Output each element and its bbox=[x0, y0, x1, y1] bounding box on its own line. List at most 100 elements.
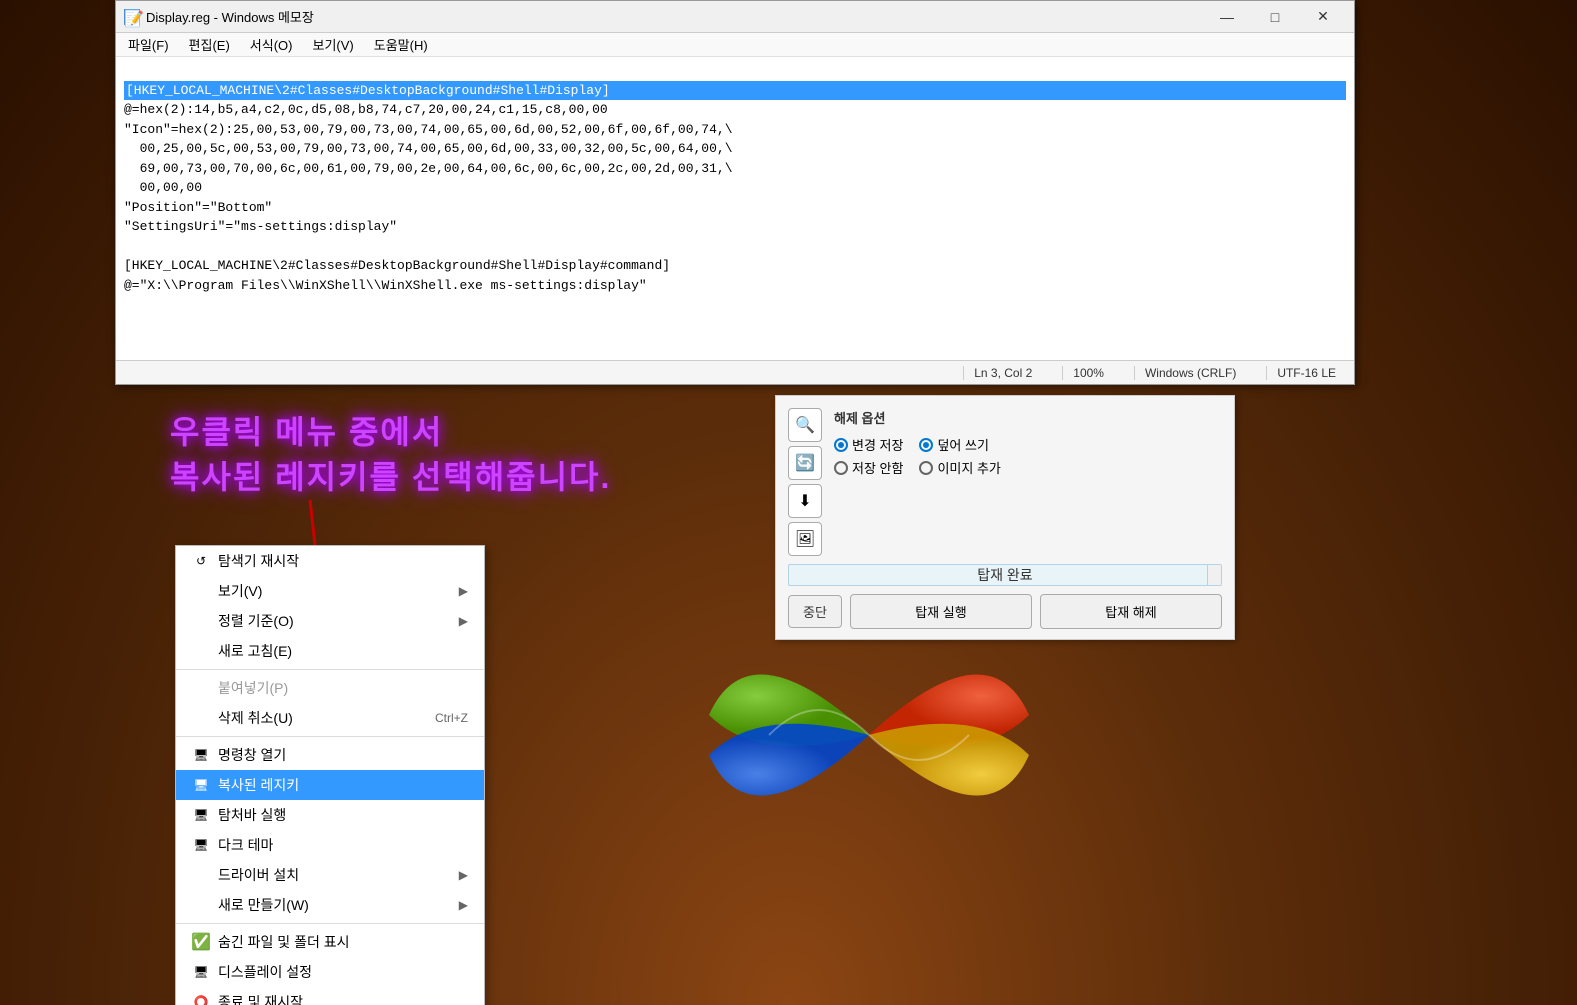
ctx-undo[interactable]: 삭제 취소(U) Ctrl+Z bbox=[176, 703, 484, 733]
content-line-5: 69,00,73,00,70,00,6c,00,61,00,79,00,2e,0… bbox=[124, 161, 733, 176]
status-ln-col: Ln 3, Col 2 bbox=[963, 366, 1042, 380]
tool-output-scrollbar[interactable] bbox=[1207, 565, 1221, 585]
options-title: 해제 옵션 bbox=[834, 408, 1001, 427]
ctx-show-hidden[interactable]: ✅ 숨긴 파일 및 폴더 표시 bbox=[176, 927, 484, 957]
notepad-titlebar: 📝 Display.reg - Windows 메모장 — □ ✕ bbox=[116, 1, 1354, 33]
tool-panel: 🔍 🔄 ⬇ 🖼 해제 옵션 변경 저장 덮어 쓰기 bbox=[775, 395, 1235, 640]
separator-2 bbox=[176, 736, 484, 737]
annotation-line1: 우클릭 메뉴 중에서 bbox=[170, 410, 611, 455]
refresh-tool-button[interactable]: 🔄 bbox=[788, 446, 822, 480]
ctx-restart[interactable]: ⭕ 종료 및 재시작 bbox=[176, 987, 484, 1005]
run-button[interactable]: 탑재 실행 bbox=[850, 594, 1032, 629]
show-hidden-icon: ✅ bbox=[192, 933, 210, 951]
view-arrow-icon: ▶ bbox=[459, 584, 468, 598]
download-tool-button[interactable]: ⬇ bbox=[788, 484, 822, 518]
ctx-open-reg[interactable]: 🖥 명령창 열기 bbox=[176, 740, 484, 770]
restart-icon: ⭕ bbox=[192, 993, 210, 1005]
sort-arrow-icon: ▶ bbox=[459, 614, 468, 628]
radio-no-save[interactable]: 저장 안함 bbox=[834, 458, 903, 477]
radio-no-save-label: 저장 안함 bbox=[852, 458, 903, 477]
search-tool-button[interactable]: 🔍 bbox=[788, 408, 822, 442]
annotation-line2: 복사된 레지키를 선택해줍니다. bbox=[170, 455, 611, 500]
radio-overwrite[interactable]: 덮어 쓰기 bbox=[919, 435, 988, 454]
tool-options: 해제 옵션 변경 저장 덮어 쓰기 저장 안함 bbox=[834, 408, 1001, 477]
content-line-10: [HKEY_LOCAL_MACHINE\2#Classes#DesktopBac… bbox=[124, 258, 670, 273]
status-line-ending: Windows (CRLF) bbox=[1134, 366, 1246, 380]
ctx-driver[interactable]: 드라이버 설치 ▶ bbox=[176, 860, 484, 890]
notepad-title: Display.reg - Windows 메모장 bbox=[146, 7, 314, 26]
notepad-app-icon: 📝 bbox=[124, 9, 140, 25]
ctx-display-settings[interactable]: 🖥 디스플레이 설정 bbox=[176, 957, 484, 987]
taskbar-icon: 🖥 bbox=[192, 806, 210, 824]
tool-output-text: 탑재 완료 bbox=[977, 565, 1032, 585]
theme-icon: 🖥 bbox=[192, 836, 210, 854]
new-arrow-icon: ▶ bbox=[459, 898, 468, 912]
ctx-theme[interactable]: 🖥 다크 테마 bbox=[176, 830, 484, 860]
refresh-icon bbox=[192, 642, 210, 660]
menu-view[interactable]: 보기(V) bbox=[304, 33, 361, 56]
undo-shortcut: Ctrl+Z bbox=[435, 711, 468, 725]
radio-no-save-circle bbox=[834, 461, 848, 475]
ctx-new[interactable]: 새로 만들기(W) ▶ bbox=[176, 890, 484, 920]
radio-save-changes[interactable]: 변경 저장 bbox=[834, 435, 903, 454]
radio-save-changes-label: 변경 저장 bbox=[852, 435, 903, 454]
tool-bottom-row: 중단 탑재 실행 탑재 해제 bbox=[788, 594, 1222, 629]
radio-add-image[interactable]: 이미지 추가 bbox=[919, 458, 1000, 477]
minimize-button[interactable]: — bbox=[1204, 5, 1250, 29]
menu-file[interactable]: 파일(F) bbox=[120, 33, 177, 56]
radio-row-2: 저장 안함 이미지 추가 bbox=[834, 458, 1001, 477]
content-line-11: @="X:\\Program Files\\WinXShell\\WinXShe… bbox=[124, 278, 647, 293]
driver-icon bbox=[192, 866, 210, 884]
content-line-6: 00,00,00 bbox=[124, 180, 202, 195]
radio-overwrite-label: 덮어 쓰기 bbox=[937, 435, 988, 454]
open-reg-icon: 🖥 bbox=[192, 746, 210, 764]
ctx-refresh[interactable]: 새로 고침(E) bbox=[176, 636, 484, 666]
status-encoding: UTF-16 LE bbox=[1266, 366, 1346, 380]
radio-overwrite-circle bbox=[919, 438, 933, 452]
ctx-view[interactable]: 보기(V) ▶ bbox=[176, 576, 484, 606]
separator-1 bbox=[176, 669, 484, 670]
menu-edit[interactable]: 편집(E) bbox=[181, 33, 238, 56]
image-tool-button[interactable]: 🖼 bbox=[788, 522, 822, 556]
content-line-4: 00,25,00,5c,00,53,00,79,00,73,00,74,00,6… bbox=[124, 141, 733, 156]
selected-line: [HKEY_LOCAL_MACHINE\2#Classes#DesktopBac… bbox=[124, 81, 1346, 101]
ctx-taskbar[interactable]: 🖥 탐처바 실행 bbox=[176, 800, 484, 830]
new-icon bbox=[192, 896, 210, 914]
ctx-paste-regkey[interactable]: 🖥 복사된 레지키 bbox=[176, 770, 484, 800]
ctx-explorer-restart[interactable]: ↺ 탐색기 재시작 bbox=[176, 546, 484, 576]
explorer-restart-icon: ↺ bbox=[192, 552, 210, 570]
close-button[interactable]: ✕ bbox=[1300, 5, 1346, 29]
radio-save-changes-circle bbox=[834, 438, 848, 452]
content-line-7: "Position"="Bottom" bbox=[124, 200, 272, 215]
separator-3 bbox=[176, 923, 484, 924]
paste-regkey-icon: 🖥 bbox=[192, 776, 210, 794]
ctx-paste[interactable]: 붙여넣기(P) bbox=[176, 673, 484, 703]
menu-help[interactable]: 도움말(H) bbox=[366, 33, 436, 56]
status-zoom: 100% bbox=[1062, 366, 1114, 380]
view-icon bbox=[192, 582, 210, 600]
content-line-8: "SettingsUri"="ms-settings:display" bbox=[124, 219, 397, 234]
tool-output: 탑재 완료 bbox=[788, 564, 1222, 586]
tool-top-row: 🔍 🔄 ⬇ 🖼 해제 옵션 변경 저장 덮어 쓰기 bbox=[788, 408, 1222, 556]
notepad-menubar: 파일(F) 편집(E) 서식(O) 보기(V) 도움말(H) bbox=[116, 33, 1354, 57]
release-button[interactable]: 탑재 해제 bbox=[1040, 594, 1222, 629]
notepad-window: 📝 Display.reg - Windows 메모장 — □ ✕ 파일(F) … bbox=[115, 0, 1355, 385]
notepad-content[interactable]: [HKEY_LOCAL_MACHINE\2#Classes#DesktopBac… bbox=[116, 57, 1354, 360]
ctx-sort[interactable]: 정렬 기준(O) ▶ bbox=[176, 606, 484, 636]
annotation: 우클릭 메뉴 중에서 복사된 레지키를 선택해줍니다. bbox=[170, 410, 611, 500]
menu-search[interactable]: 서식(O) bbox=[242, 33, 301, 56]
notepad-statusbar: Ln 3, Col 2 100% Windows (CRLF) UTF-16 L… bbox=[116, 360, 1354, 384]
sort-icon bbox=[192, 612, 210, 630]
notepad-controls: — □ ✕ bbox=[1204, 5, 1346, 29]
radio-add-image-circle bbox=[919, 461, 933, 475]
undo-icon bbox=[192, 709, 210, 727]
tool-icon-buttons: 🔍 🔄 ⬇ 🖼 bbox=[788, 408, 822, 556]
content-line-2: @=hex(2):14,b5,a4,c2,0c,d5,08,b8,74,c7,2… bbox=[124, 102, 608, 117]
maximize-button[interactable]: □ bbox=[1252, 5, 1298, 29]
driver-arrow-icon: ▶ bbox=[459, 868, 468, 882]
content-line-3: "Icon"=hex(2):25,00,53,00,79,00,73,00,74… bbox=[124, 122, 733, 137]
context-menu: ↺ 탐색기 재시작 보기(V) ▶ 정렬 기준(O) ▶ 새로 고침(E) 붙여… bbox=[175, 545, 485, 1005]
stop-button[interactable]: 중단 bbox=[788, 595, 842, 628]
radio-row-1: 변경 저장 덮어 쓰기 bbox=[834, 435, 1001, 454]
paste-icon bbox=[192, 679, 210, 697]
